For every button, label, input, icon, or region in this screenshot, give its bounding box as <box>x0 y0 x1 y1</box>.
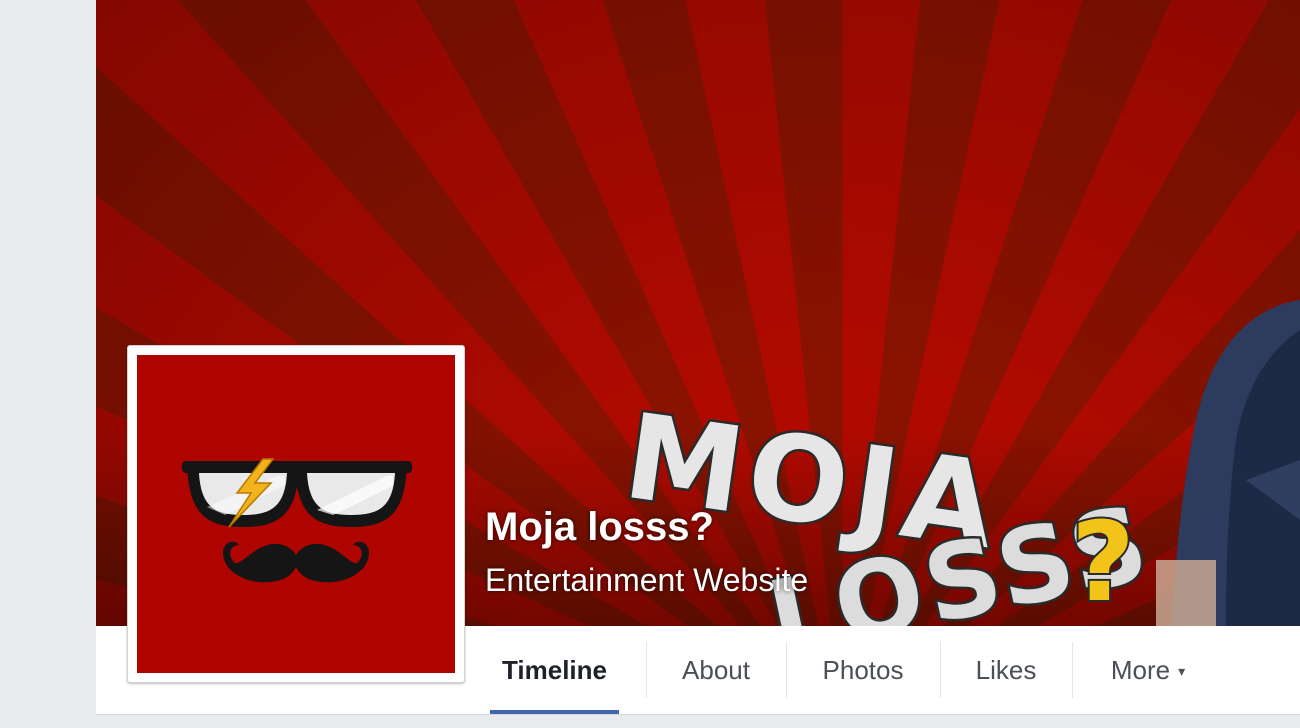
tab-about[interactable]: About <box>647 626 785 714</box>
tab-photos[interactable]: Photos <box>787 626 939 714</box>
tab-more[interactable]: More ▾ <box>1073 626 1223 714</box>
tab-more-label: More <box>1110 654 1171 685</box>
tab-likes-label: Likes <box>975 654 1037 685</box>
page-category[interactable]: Entertainment Website <box>485 562 808 599</box>
hipster-glasses-mustache-logo <box>182 458 412 583</box>
tab-about-label: About <box>682 654 750 685</box>
profile-picture[interactable] <box>127 345 465 683</box>
suited-man-image <box>1156 300 1300 626</box>
tab-likes[interactable]: Likes <box>941 626 1071 714</box>
left-gutter <box>0 0 96 728</box>
profile-picture-image <box>137 355 455 673</box>
cover-logo-question: ? <box>1071 498 1135 626</box>
tab-timeline[interactable]: Timeline <box>490 626 619 714</box>
tab-photos-label: Photos <box>822 654 904 685</box>
mustache-icon <box>223 541 369 583</box>
tab-timeline-label: Timeline <box>501 654 607 685</box>
page-title[interactable]: Moja losss? <box>485 505 714 550</box>
glasses-icon <box>182 461 412 527</box>
page-root: MOJA LOSSS ? Moja losss? Entertainment W… <box>0 0 1300 728</box>
caret-down-icon: ▾ <box>1178 662 1186 679</box>
